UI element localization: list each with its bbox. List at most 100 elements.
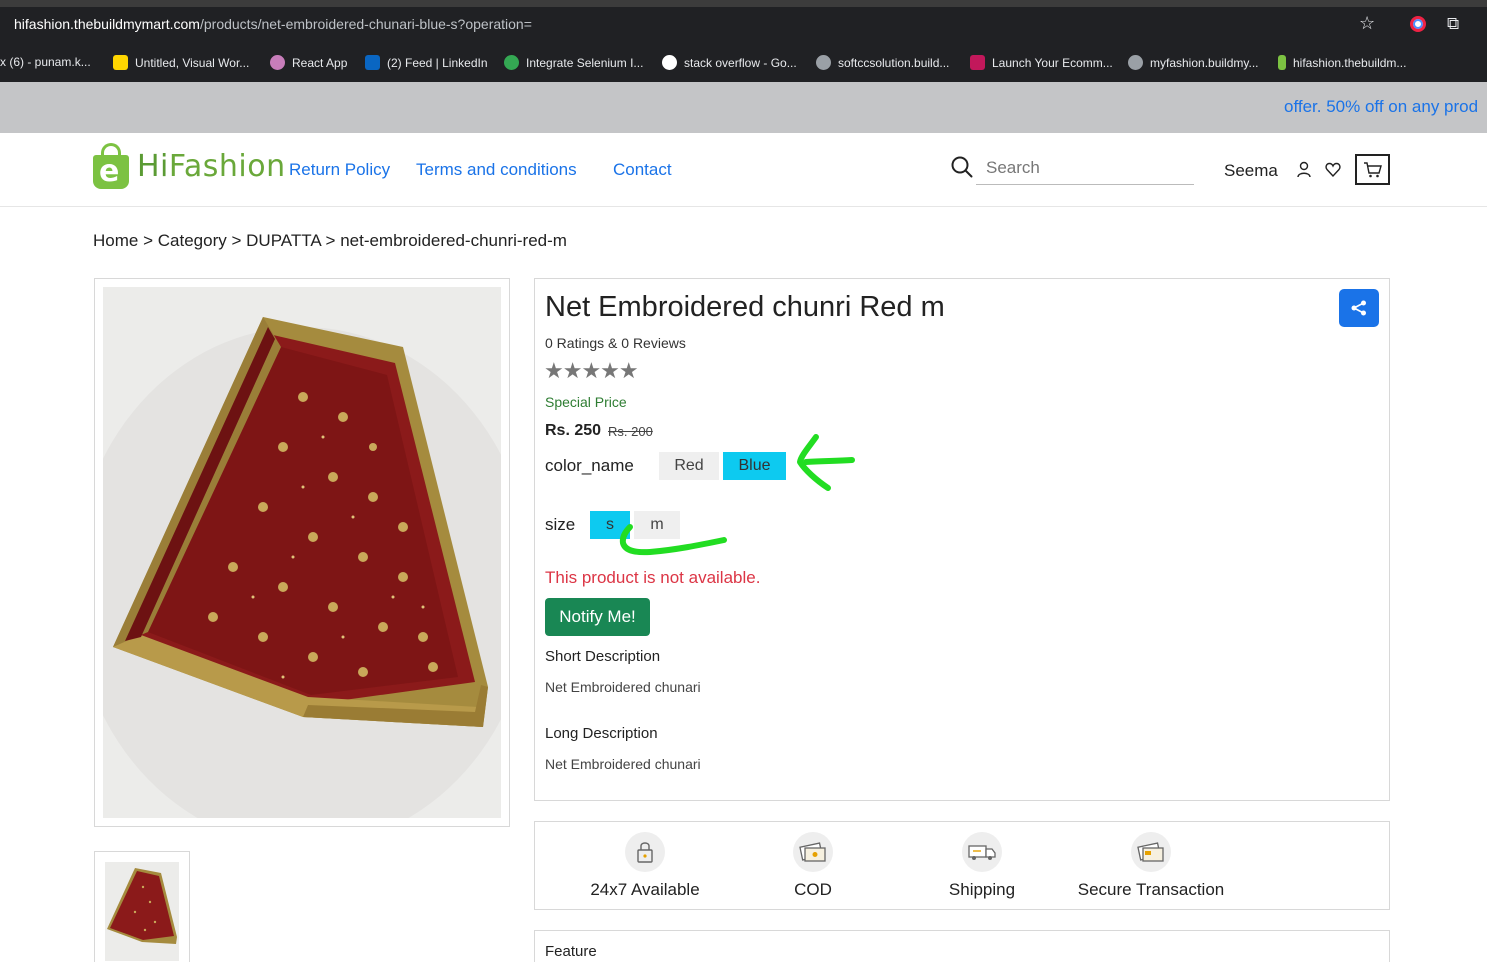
bookmark-label: softccsolution.build... <box>838 55 950 70</box>
feature-item: COD <box>733 832 893 900</box>
bookmark-item[interactable]: softccsolution.build... <box>816 55 949 70</box>
cart-button[interactable] <box>1355 154 1390 185</box>
product-detail-panel: Net Embroidered chunri Red m 0 Ratings &… <box>534 278 1390 801</box>
product-image-panel <box>94 278 510 827</box>
current-price: Rs. 250 <box>545 422 602 439</box>
bookmark-item[interactable]: myfashion.buildmy... <box>1128 55 1259 70</box>
bookmark-favicon-icon <box>113 55 128 70</box>
bookmark-label: React App <box>292 55 348 70</box>
card-icon <box>1131 832 1171 872</box>
heart-icon[interactable] <box>1325 161 1341 178</box>
feature-item: Shipping <box>902 832 1062 900</box>
logo-hi: Hi <box>137 148 169 184</box>
short-description-heading: Short Description <box>545 648 661 665</box>
cash-icon <box>793 832 833 872</box>
offer-text: offer. 50% off on any prod <box>1284 97 1479 116</box>
breadcrumb-separator: > <box>325 231 336 250</box>
logo-text: HiFashion <box>137 149 286 184</box>
long-description-heading: Long Description <box>545 725 658 742</box>
nav-contact[interactable]: Contact <box>613 160 672 180</box>
user-icon[interactable] <box>1296 161 1312 178</box>
breadcrumb-category[interactable]: Category <box>158 231 227 250</box>
share-icon <box>1351 300 1366 316</box>
cart-icon <box>1363 161 1382 177</box>
size-option-m[interactable]: m <box>634 511 680 539</box>
notify-me-button[interactable]: Notify Me! <box>545 598 650 636</box>
bookmark-label: (2) Feed | LinkedIn <box>387 55 488 70</box>
linkedin-icon <box>365 55 380 70</box>
search-input[interactable] <box>976 151 1194 185</box>
bookmark-label: stack overflow - Go... <box>684 55 797 70</box>
tab-strip <box>0 0 1487 7</box>
site-header: e HiFashion Return Policy Terms and cond… <box>0 133 1487 207</box>
bookmark-favicon-icon <box>270 55 285 70</box>
url-path: /products/net-embroidered-chunari-blue-s… <box>199 16 532 32</box>
bookmark-item[interactable]: Integrate Selenium I... <box>504 55 643 70</box>
breadcrumb-separator: > <box>231 231 242 250</box>
thumbnail-image <box>105 862 179 961</box>
bookmark-item[interactable]: stack overflow - Go... <box>662 55 797 70</box>
size-option-label: size <box>545 515 576 534</box>
globe-icon <box>816 55 831 70</box>
feature-label: 24x7 Available <box>590 880 700 899</box>
truck-icon <box>962 832 1002 872</box>
search-icon[interactable] <box>951 156 973 178</box>
bookmark-item[interactable]: (2) Feed | LinkedIn <box>365 55 488 70</box>
breadcrumb-current: net-embroidered-chunri-red-m <box>340 231 567 250</box>
address-bar[interactable]: hifashion.thebuildmymart.com/products/ne… <box>14 16 532 32</box>
bookmark-item[interactable]: x (6) - punam.k... <box>0 55 91 69</box>
feature-label: Shipping <box>948 880 1016 899</box>
availability-message: This product is not available. <box>545 568 761 587</box>
original-price: Rs. 200 <box>608 424 653 439</box>
nav-return-policy[interactable]: Return Policy <box>289 160 390 180</box>
product-image[interactable] <box>103 287 501 818</box>
short-description-text: Net Embroidered chunari <box>545 679 701 695</box>
color-option-blue[interactable]: Blue <box>723 452 786 480</box>
color-option-red[interactable]: Red <box>659 452 719 480</box>
logo-letter: e <box>99 154 120 189</box>
site-logo[interactable]: e HiFashion <box>93 143 286 189</box>
feature-item: 24x7 Available <box>565 832 725 900</box>
star-rating-icon: ★★★★★ <box>544 358 639 383</box>
feature-section: Feature <box>534 930 1390 962</box>
breadcrumb-subcategory[interactable]: DUPATTA <box>246 231 321 250</box>
bookmark-label: Integrate Selenium I... <box>526 55 644 70</box>
bookmarks-bar: x (6) - punam.k... Untitled, Visual Wor.… <box>0 44 1487 82</box>
bookmark-label: x (6) - punam.k... <box>0 55 91 69</box>
breadcrumb: Home > Category > DUPATTA > net-embroide… <box>93 231 567 251</box>
globe-icon <box>1128 55 1143 70</box>
google-icon <box>662 55 677 70</box>
shopping-bag-icon: e <box>93 143 131 189</box>
breadcrumb-home[interactable]: Home <box>93 231 138 250</box>
bookmark-item[interactable]: React App <box>270 55 347 70</box>
feature-item: Secure Transaction <box>1071 832 1231 900</box>
bookmark-item[interactable]: Launch Your Ecomm... <box>970 55 1113 70</box>
logo-fashion: Fashion <box>168 148 286 184</box>
product-thumbnail[interactable] <box>94 851 190 962</box>
extensions-puzzle-icon[interactable]: ⧉ <box>1447 14 1459 34</box>
url-host: hifashion.thebuildmymart.com <box>14 16 200 32</box>
product-title: Net Embroidered chunri Red m <box>545 291 945 323</box>
bookmark-label: Untitled, Visual Wor... <box>135 55 250 70</box>
share-button[interactable] <box>1339 289 1379 327</box>
bookmark-star-icon[interactable]: ☆ <box>1359 13 1375 34</box>
bookmark-item[interactable]: hifashion.thebuildm... <box>1278 55 1406 70</box>
bookmark-item[interactable]: Untitled, Visual Wor... <box>113 55 249 70</box>
size-option-s[interactable]: s <box>590 511 630 539</box>
browser-toolbar: hifashion.thebuildmymart.com/products/ne… <box>0 0 1487 44</box>
breadcrumb-separator: > <box>143 231 154 250</box>
extension-icon[interactable] <box>1410 16 1426 32</box>
special-price-label: Special Price <box>545 394 627 410</box>
nav-terms[interactable]: Terms and conditions <box>416 160 577 180</box>
feature-label: COD <box>794 880 832 899</box>
user-name[interactable]: Seema <box>1224 161 1278 181</box>
bookmark-label: myfashion.buildmy... <box>1150 55 1259 70</box>
bookmark-favicon-icon <box>1278 55 1286 70</box>
bookmark-label: hifashion.thebuildm... <box>1293 55 1407 70</box>
bookmark-favicon-icon <box>504 55 519 70</box>
lock-icon <box>625 832 665 872</box>
bookmark-label: Launch Your Ecomm... <box>992 55 1113 70</box>
long-description-text: Net Embroidered chunari <box>545 756 701 772</box>
bookmark-favicon-icon <box>970 55 985 70</box>
ratings-summary: 0 Ratings & 0 Reviews <box>545 335 686 351</box>
